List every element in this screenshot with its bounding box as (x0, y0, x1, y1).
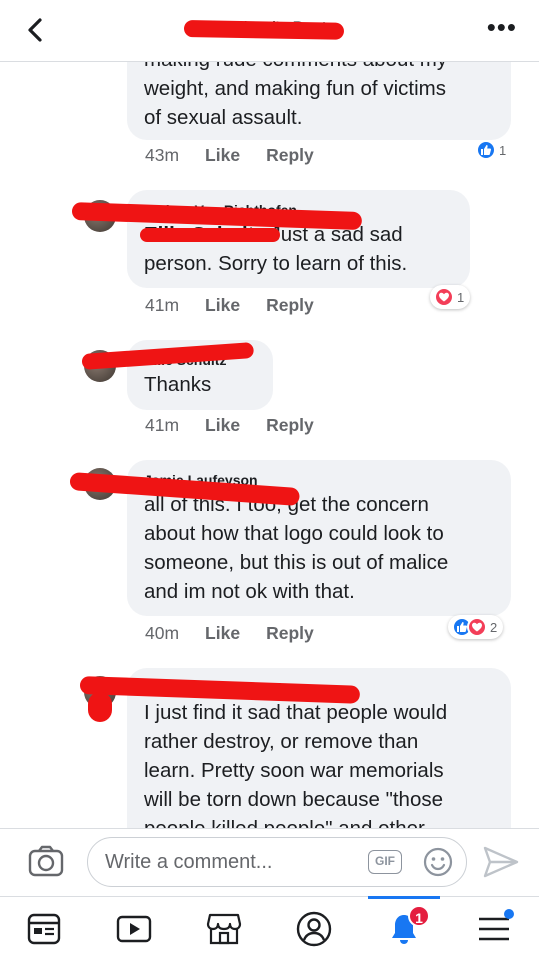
comment-text-line: making rude comments about my (144, 62, 495, 74)
comment-time: 41m (145, 415, 180, 435)
love-reaction-icon (434, 287, 454, 307)
comment-meta: 40m Like Reply (145, 623, 314, 644)
menu-indicator-dot (504, 909, 514, 919)
comment-text-line: someone, but this is out of malice (144, 551, 449, 574)
reply-button[interactable]: Reply (266, 415, 314, 436)
like-button[interactable]: Like (205, 145, 240, 166)
comment-composer: Write a comment... GIF (0, 828, 539, 896)
more-options-icon[interactable]: ••• (487, 14, 517, 40)
comment-meta: 41m Like Reply (145, 295, 314, 316)
comment-text-line: weight, and making fun of victims (144, 77, 446, 100)
reply-button[interactable]: Reply (266, 295, 314, 316)
comment-time: 43m (145, 145, 180, 165)
reply-button[interactable]: Reply (266, 623, 314, 644)
like-button[interactable]: Like (205, 623, 240, 644)
camera-icon[interactable] (28, 845, 64, 877)
tab-watch[interactable] (98, 897, 170, 960)
tab-marketplace[interactable] (188, 897, 260, 960)
emoji-icon[interactable] (422, 846, 454, 878)
reaction-summary[interactable]: 1 (430, 285, 471, 309)
menu-icon (479, 917, 509, 941)
tab-menu[interactable] (458, 897, 530, 960)
like-button[interactable]: Like (205, 295, 240, 316)
comment-input-placeholder: Write a comment... (105, 851, 273, 873)
reaction-count: 1 (457, 289, 465, 305)
reaction-summary[interactable]: 2 (448, 615, 504, 639)
marketplace-icon (206, 913, 242, 945)
like-button[interactable]: Like (205, 415, 240, 436)
comment-text-line: of sexual assault. (144, 106, 303, 129)
profile-icon (296, 911, 332, 947)
love-reaction-icon (467, 617, 487, 637)
comment-time: 40m (145, 623, 180, 643)
send-icon[interactable] (482, 845, 520, 879)
comment-text-line: rather destroy, or remove than (144, 730, 419, 753)
comment-text-line: person. Sorry to learn of this. (144, 252, 408, 275)
redaction-mark (140, 228, 280, 242)
comment-text-line: will be torn down because "those (144, 788, 444, 811)
comment-time: 41m (145, 295, 180, 315)
news-feed-icon (27, 913, 61, 945)
comments-feed[interactable]: making rude comments about my weight, an… (0, 62, 539, 828)
like-reaction-icon (476, 140, 496, 160)
watch-icon (116, 915, 152, 943)
bottom-tab-bar: 1 (0, 896, 539, 960)
reaction-count: 2 (490, 619, 498, 635)
notification-badge: 1 (408, 905, 430, 927)
back-arrow-icon[interactable] (18, 12, 54, 48)
tab-profile[interactable] (278, 897, 350, 960)
comment-text-line: about how that logo could look to (144, 522, 444, 545)
comment-meta: 41m Like Reply (145, 415, 314, 436)
redaction-mark (88, 692, 112, 722)
reply-button[interactable]: Reply (266, 145, 314, 166)
tab-notifications[interactable]: 1 (368, 896, 440, 960)
comment-text-line: learn. Pretty soon war memorials (144, 759, 444, 782)
comment-meta: 43m Like Reply (145, 145, 314, 166)
comment-text-line: people killed people" and other (144, 814, 495, 828)
comment-input[interactable]: Write a comment... GIF (87, 837, 467, 887)
gif-button[interactable]: GIF (368, 850, 402, 874)
reaction-summary[interactable]: 1 (472, 138, 512, 162)
comment-text-line: Thanks (144, 373, 212, 396)
comment-bubble: making rude comments about my weight, an… (127, 62, 511, 140)
comment-text-line: and im not ok with that. (144, 580, 355, 603)
redaction-mark (183, 20, 345, 40)
tab-news-feed[interactable] (8, 897, 80, 960)
reaction-count: 1 (499, 142, 507, 158)
post-header: Rachael's Post ••• (0, 0, 539, 62)
